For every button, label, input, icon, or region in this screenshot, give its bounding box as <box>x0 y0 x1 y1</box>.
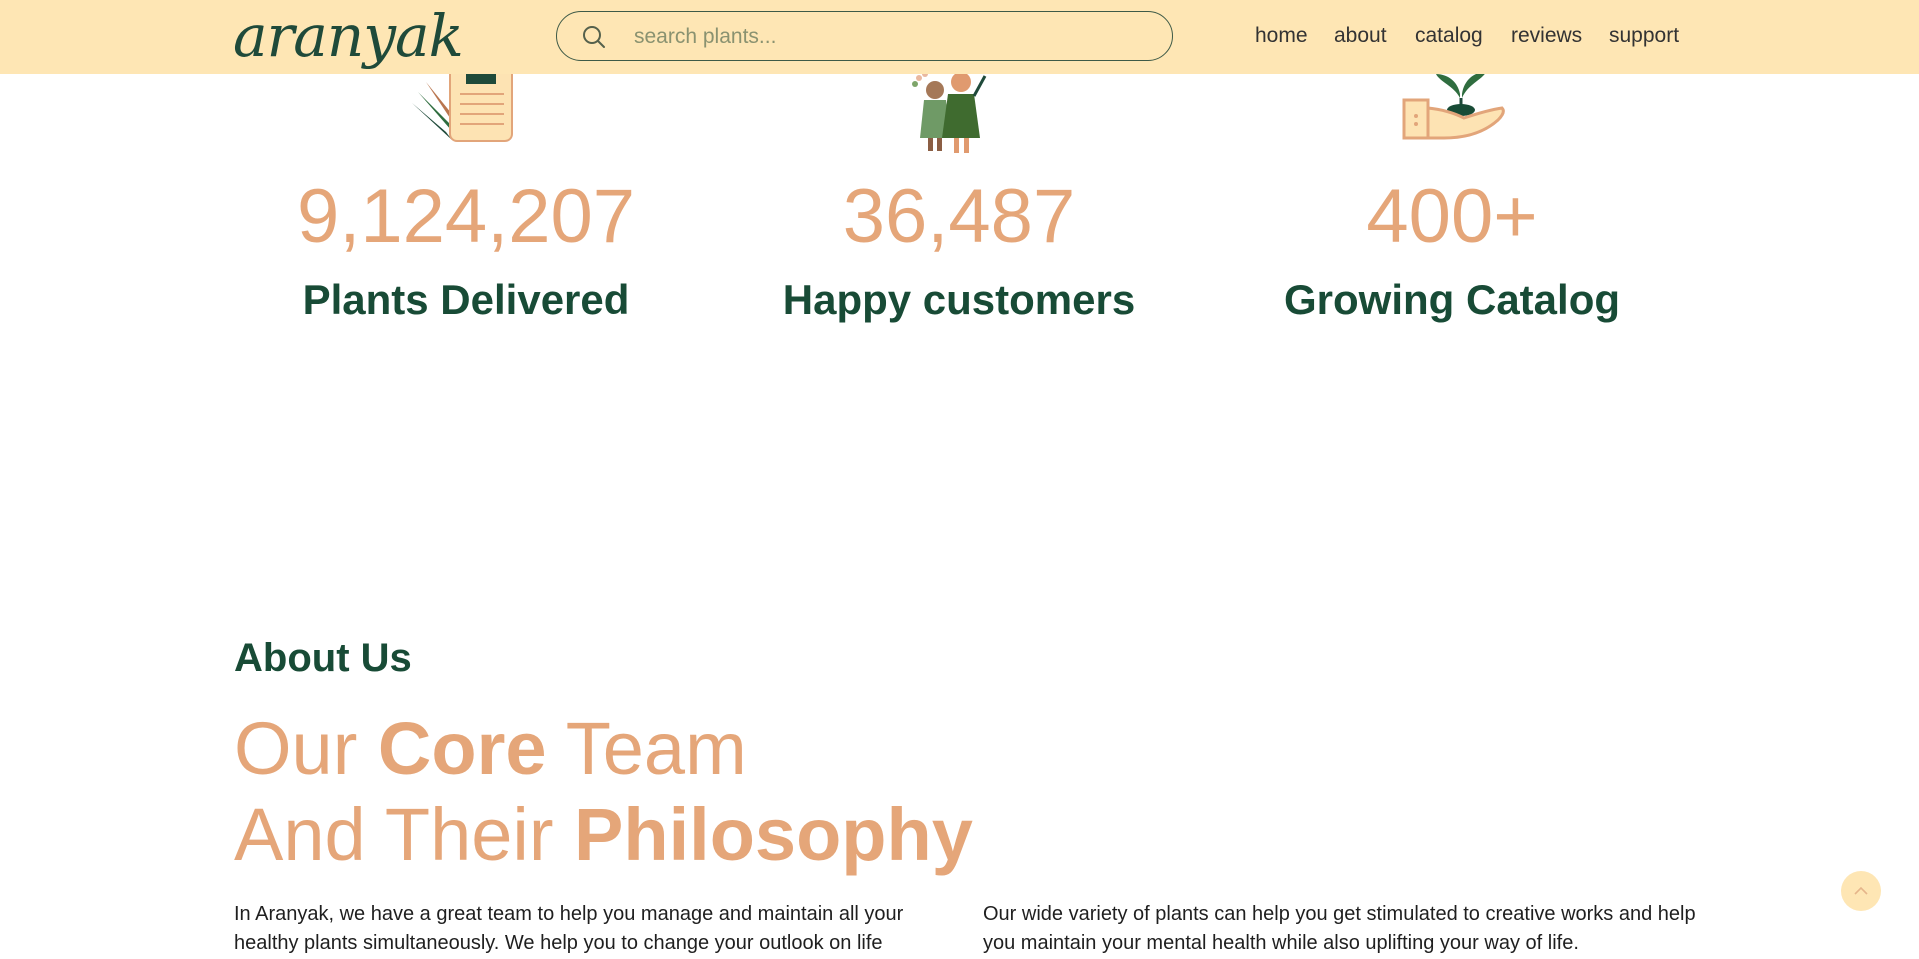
nav-support[interactable]: support <box>1609 24 1679 48</box>
search-input[interactable] <box>632 12 1156 61</box>
title-line-1: Our Core Team <box>234 707 747 790</box>
about-paragraph-right: Our wide variety of plants can help you … <box>983 903 1696 954</box>
nav-about[interactable]: about <box>1334 24 1387 48</box>
chevron-up-icon <box>1854 886 1868 895</box>
scroll-to-top-button[interactable] <box>1841 871 1881 911</box>
about-title: Our Core Team And Their Philosophy <box>234 706 973 878</box>
top-navbar: aranyak home about catalog reviews suppo… <box>0 0 1919 74</box>
section-heading: About Us <box>234 636 412 680</box>
search-bar <box>556 11 1173 61</box>
title-line-2: And Their Philosophy <box>234 793 973 876</box>
stat-label: Growing Catalog <box>1284 276 1620 323</box>
stat-label: Plants Delivered <box>302 276 630 323</box>
stat-value: 9,124,207 <box>296 174 636 259</box>
stat-value: 36,487 <box>842 174 1076 259</box>
brand-logo[interactable]: aranyak <box>233 0 464 76</box>
stat-label: Happy customers <box>782 276 1136 323</box>
search-icon[interactable] <box>581 24 607 50</box>
about-paragraph-left: In Aranyak, we have a great team to help… <box>234 903 904 954</box>
nav-reviews[interactable]: reviews <box>1511 24 1582 48</box>
nav-home[interactable]: home <box>1255 24 1308 48</box>
stat-value: 400+ <box>1366 174 1538 259</box>
nav-catalog[interactable]: catalog <box>1415 24 1483 48</box>
